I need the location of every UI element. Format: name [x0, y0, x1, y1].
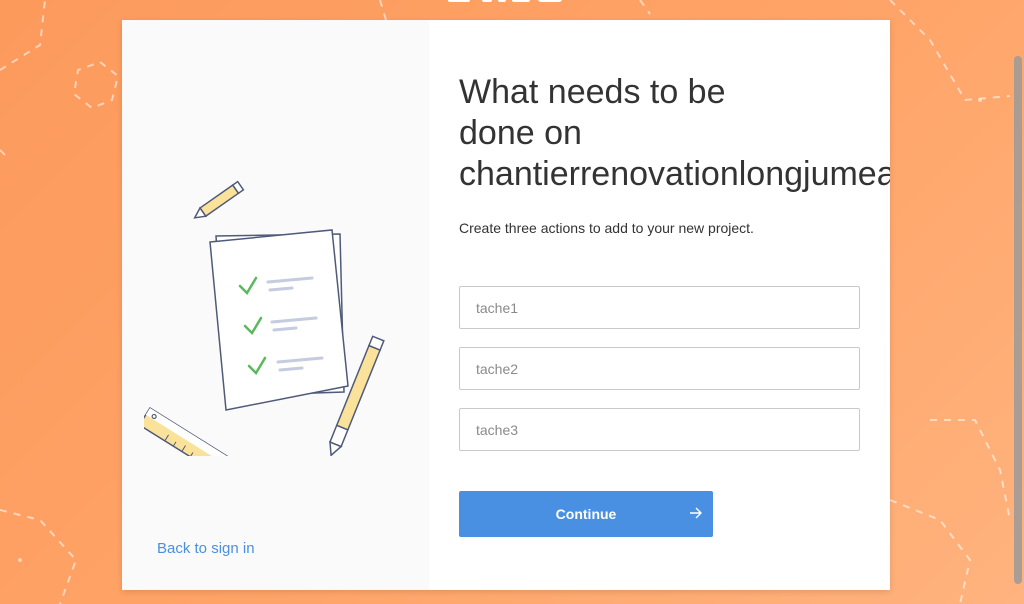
task-checklist-illustration [144, 180, 385, 456]
app-logo-icon [448, 0, 562, 2]
scrollbar-thumb[interactable] [1014, 56, 1022, 584]
continue-button[interactable]: Continue [459, 491, 713, 537]
ruler-icon [144, 406, 233, 456]
pencil-icon [193, 180, 245, 219]
page-subtitle: Create three actions to add to your new … [459, 220, 754, 236]
task-input-3[interactable] [459, 408, 860, 451]
page-scrollbar[interactable] [1012, 0, 1024, 604]
continue-button-label: Continue [555, 506, 617, 522]
page-title: What needs to be done on chantierrenovat… [459, 73, 890, 193]
onboarding-card: Back to sign in What needs to be done on… [122, 20, 890, 590]
back-to-sign-in-link[interactable]: Back to sign in [157, 540, 255, 557]
task-input-2[interactable] [459, 347, 860, 390]
illustration-panel: Back to sign in [122, 20, 429, 590]
arrow-right-icon [690, 507, 702, 519]
task-input-1[interactable] [459, 286, 860, 329]
form-panel: What needs to be done on chantierrenovat… [429, 20, 890, 590]
